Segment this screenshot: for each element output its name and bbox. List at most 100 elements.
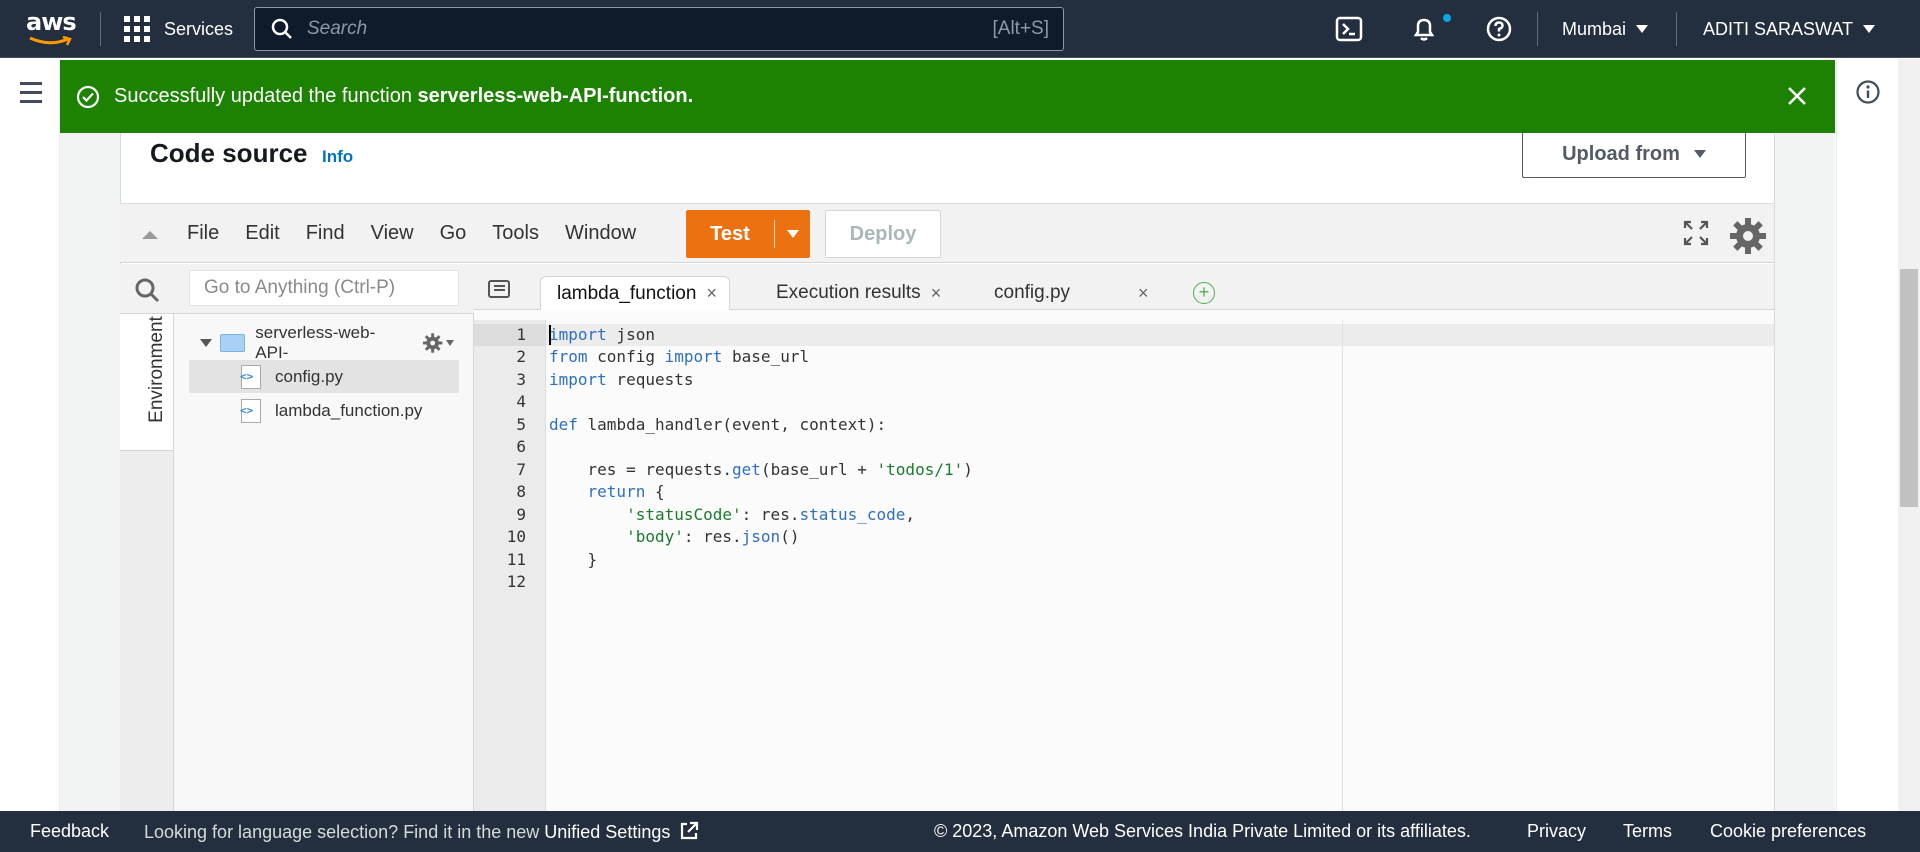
tab-label: config.py — [994, 282, 1071, 303]
add-tab-icon[interactable]: + — [1193, 282, 1215, 304]
search-icon[interactable] — [134, 277, 160, 303]
search-icon — [271, 18, 292, 39]
account-name: ADITI SARASWAT — [1703, 18, 1854, 39]
line-number: 4 — [516, 392, 526, 411]
ide-menu: File Edit Find View Go Tools Window — [187, 203, 662, 263]
menu-file[interactable]: File — [187, 222, 219, 245]
gear-icon[interactable] — [1728, 216, 1768, 256]
aws-smile-icon — [29, 35, 72, 46]
collapse-toggle-icon[interactable] — [142, 231, 158, 239]
function-name: serverless-web-API-function — [417, 85, 688, 107]
right-tools-rail — [1836, 59, 1898, 811]
sidebar-strip — [120, 451, 174, 811]
account-menu[interactable]: ADITI SARASWAT — [1703, 0, 1876, 58]
fullscreen-icon[interactable] — [1683, 220, 1709, 246]
tree-folder-row[interactable]: serverless-web-API- — [200, 323, 454, 362]
line-number: 10 — [506, 527, 526, 546]
test-dropdown-icon[interactable] — [787, 230, 799, 238]
cloudshell-icon[interactable] — [1335, 15, 1363, 43]
menu-view[interactable]: View — [371, 222, 414, 245]
close-icon[interactable] — [1785, 84, 1809, 108]
region-selector[interactable]: Mumbai — [1562, 0, 1649, 58]
text-cursor — [549, 325, 551, 345]
panel-title: Code source — [150, 138, 308, 168]
notification-dot — [1443, 14, 1451, 22]
print-margin — [1342, 320, 1343, 811]
help-icon[interactable] — [1485, 15, 1513, 43]
caret-down-icon[interactable] — [445, 340, 454, 346]
code-line: from config import base_url — [549, 347, 810, 366]
line-number: 6 — [516, 437, 526, 456]
expand-arrow-icon[interactable] — [200, 339, 212, 347]
goto-anything-input[interactable]: Go to Anything (Ctrl-P) — [189, 270, 459, 306]
code-line: import requests — [549, 370, 694, 389]
line-number: 9 — [516, 505, 526, 524]
privacy-link[interactable]: Privacy — [1527, 821, 1586, 842]
folder-name: serverless-web-API- — [255, 323, 376, 362]
line-number: 8 — [516, 482, 526, 501]
upload-from-button[interactable]: Upload from — [1522, 130, 1746, 178]
line-number: 1 — [516, 325, 526, 344]
flash-message: Successfully updated the function server… — [114, 85, 694, 107]
tree-file-lambda[interactable]: <> lambda_function.py — [189, 397, 459, 425]
active-line-highlight — [546, 324, 1774, 346]
close-icon[interactable]: × — [1138, 283, 1149, 304]
upload-from-label: Upload from — [1562, 142, 1680, 165]
file-name: lambda_function.py — [275, 401, 423, 420]
success-flash-bar: Successfully updated the function server… — [60, 60, 1835, 133]
menu-find[interactable]: Find — [306, 222, 345, 245]
caret-down-icon — [1693, 150, 1706, 158]
menu-icon[interactable] — [20, 82, 42, 109]
services-label: Services — [164, 18, 234, 39]
code-line: return { — [587, 482, 665, 501]
line-number: 7 — [516, 460, 526, 479]
feedback-link[interactable]: Feedback — [30, 821, 109, 842]
code-line: def lambda_handler(event, context): — [549, 415, 887, 434]
tab-lambda-function[interactable]: lambda_function × — [540, 276, 730, 310]
cookie-preferences-link[interactable]: Cookie preferences — [1710, 821, 1866, 842]
close-icon[interactable]: × — [706, 283, 717, 304]
info-circle-icon[interactable] — [1855, 79, 1881, 105]
terms-link[interactable]: Terms — [1623, 821, 1672, 842]
left-navigation-rail — [0, 59, 60, 811]
page-scrollbar[interactable] — [1898, 59, 1920, 811]
file-name: config.py — [275, 366, 344, 386]
menu-tools[interactable]: Tools — [492, 222, 539, 245]
close-icon[interactable]: × — [931, 283, 942, 304]
divider — [100, 12, 101, 46]
menu-window[interactable]: Window — [565, 222, 636, 245]
top-navigation-bar: aws Services Search [Alt+S] Mumbai ADITI… — [0, 0, 1920, 58]
line-number: 5 — [516, 415, 526, 434]
deploy-button[interactable]: Deploy — [825, 210, 941, 258]
tab-config[interactable]: config.py × — [978, 276, 1168, 310]
tab-label: lambda_function — [557, 282, 697, 304]
tab-list-icon[interactable] — [488, 280, 510, 298]
external-link-icon[interactable] — [679, 821, 699, 841]
region-label: Mumbai — [1562, 18, 1627, 39]
menu-edit[interactable]: Edit — [245, 222, 279, 245]
check-circle-icon — [76, 85, 100, 108]
test-button[interactable]: Test — [686, 210, 810, 258]
search-placeholder: Search — [307, 18, 368, 39]
search-input[interactable]: Search [Alt+S] — [254, 7, 1064, 51]
menu-go[interactable]: Go — [440, 222, 467, 245]
aws-logo[interactable]: aws — [26, 10, 77, 46]
scrollbar-thumb[interactable] — [1900, 269, 1918, 507]
divider — [1676, 12, 1677, 46]
services-menu-button[interactable]: Services — [124, 0, 233, 58]
chevron-down-icon — [1863, 25, 1876, 33]
settings-gear-icon[interactable] — [422, 332, 443, 354]
code-line: import json — [549, 325, 655, 344]
copyright: © 2023, Amazon Web Services India Privat… — [934, 821, 1471, 841]
tree-file-config[interactable]: <> config.py — [189, 360, 459, 393]
page-footer: Feedback Looking for language selection?… — [0, 811, 1920, 852]
code-line: 'statusCode': res.status_code, — [626, 505, 916, 524]
tab-execution-results[interactable]: Execution results × — [760, 276, 960, 310]
info-link[interactable]: Info — [322, 147, 353, 167]
environment-tab[interactable]: Environment — [120, 314, 174, 451]
search-shortcut: [Alt+S] — [992, 18, 1050, 39]
grid-icon — [124, 16, 150, 42]
tab-label: Execution results — [776, 282, 921, 303]
bell-icon[interactable] — [1410, 15, 1438, 43]
unified-settings-link[interactable]: Unified Settings — [544, 822, 670, 842]
